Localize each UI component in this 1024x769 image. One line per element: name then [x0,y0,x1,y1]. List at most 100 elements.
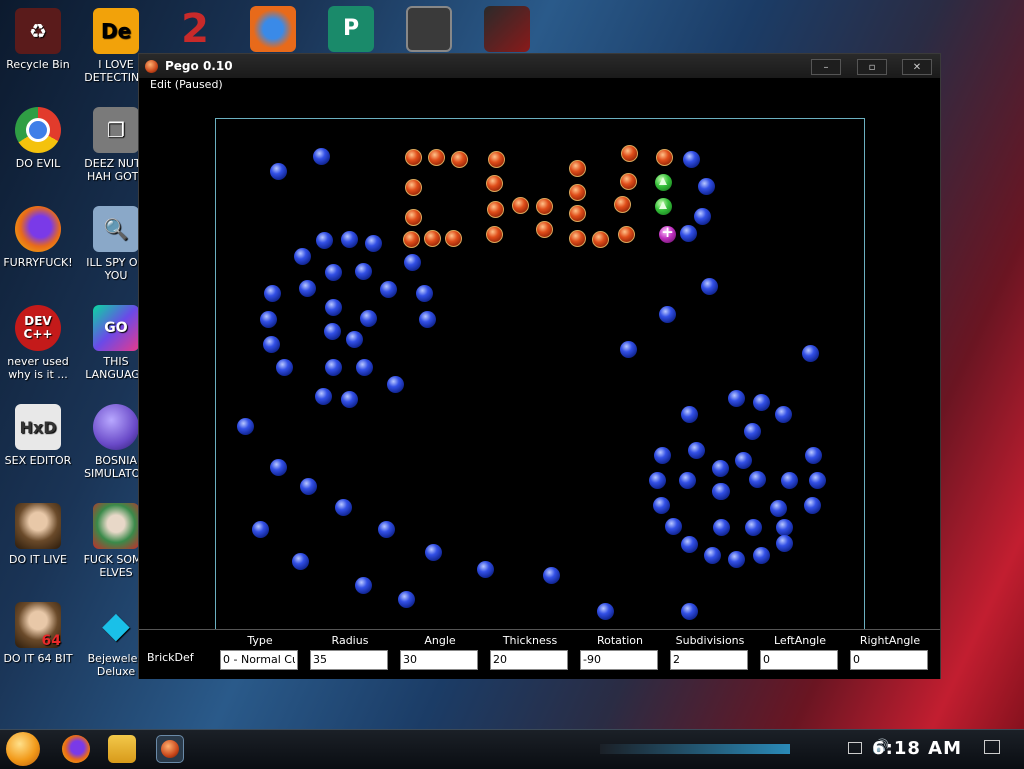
peg-orange[interactable] [621,145,638,162]
peg-blue[interactable] [270,163,287,180]
close-button[interactable]: ✕ [902,59,932,75]
peg-blue[interactable] [325,299,342,316]
desktop-icon-devcpp[interactable]: DEV C++ never used why is it ... [0,305,76,381]
peg-blue[interactable] [688,442,705,459]
peg-orange[interactable] [536,198,553,215]
peg-blue[interactable] [252,521,269,538]
peg-orange[interactable] [569,160,586,177]
peg-blue[interactable] [597,603,614,620]
peg-blue[interactable] [416,285,433,302]
peg-orange[interactable] [620,173,637,190]
p-app-icon[interactable] [250,6,296,52]
peg-blue[interactable] [387,376,404,393]
peg-blue[interactable] [237,418,254,435]
peg-blue[interactable] [809,472,826,489]
peg-blue[interactable] [398,591,415,608]
peg-orange[interactable] [405,209,422,226]
peg-blue[interactable] [781,472,798,489]
taskbar-clock[interactable]: 6:18 AM [872,738,962,759]
peg-blue[interactable] [775,406,792,423]
peg-blue[interactable] [753,547,770,564]
peg-blue[interactable] [679,472,696,489]
peg-blue[interactable] [316,232,333,249]
peg-blue[interactable] [341,391,358,408]
peg-blue[interactable] [264,285,281,302]
peg-blue[interactable] [419,311,436,328]
peg-orange[interactable] [614,196,631,213]
peg-blue[interactable] [713,483,730,500]
peg-blue[interactable] [335,499,352,516]
peg-blue[interactable] [425,544,442,561]
pego-icon[interactable] [156,735,184,763]
peg-blue[interactable] [681,536,698,553]
peg-blue[interactable] [260,311,277,328]
peg-orange[interactable] [569,184,586,201]
peg-blue[interactable] [356,359,373,376]
rightangle-input[interactable] [850,649,928,670]
peg-blue[interactable] [704,547,721,564]
peg-purple[interactable] [659,223,676,243]
peg-blue[interactable] [735,452,752,469]
maximize-button[interactable]: ▫ [857,59,887,75]
peg-blue[interactable] [653,497,670,514]
peg-orange[interactable] [656,149,673,166]
peg-orange[interactable] [424,230,441,247]
peg-blue[interactable] [325,359,342,376]
peg-blue[interactable] [753,394,770,411]
minimize-button[interactable]: – [811,59,841,75]
peg-blue[interactable] [694,208,711,225]
peg-blue[interactable] [713,519,730,536]
dragon-ball-start-icon[interactable] [6,732,40,766]
peg-blue[interactable] [681,603,698,620]
peg-orange[interactable] [536,221,553,238]
peg-orange[interactable] [569,230,586,247]
peg-orange[interactable] [403,231,420,248]
publisher-icon[interactable]: P [328,6,374,52]
type-input[interactable] [220,649,298,670]
peg-blue[interactable] [360,310,377,327]
peg-orange[interactable] [486,226,503,243]
peg-blue[interactable] [365,235,382,252]
notification-icon[interactable] [984,740,1000,754]
peg-blue[interactable] [701,278,718,295]
peg-orange[interactable] [445,230,462,247]
peg-blue[interactable] [683,151,700,168]
peg-blue[interactable] [805,447,822,464]
thickness-input[interactable] [490,649,568,670]
desktop-icon-portrait[interactable]: DO IT LIVE [0,503,76,566]
leftangle-input[interactable] [760,649,838,670]
peg-green[interactable] [655,198,672,215]
peg-blue[interactable] [325,264,342,281]
peg-blue[interactable] [299,280,316,297]
peg-blue[interactable] [270,459,287,476]
number-2-icon[interactable]: 2 [172,6,218,52]
peg-blue[interactable] [744,423,761,440]
angle-input[interactable] [400,649,478,670]
peg-orange[interactable] [405,149,422,166]
firefox-icon[interactable] [62,735,90,763]
peg-orange[interactable] [512,197,529,214]
peg-blue[interactable] [776,535,793,552]
red-cube-icon[interactable] [484,6,530,52]
monitor-icon[interactable] [406,6,452,52]
peg-blue[interactable] [355,577,372,594]
peg-blue[interactable] [620,341,637,358]
desktop-icon-recycle-bin[interactable]: ♻ Recycle Bin [0,8,76,71]
desktop-icon-hxd[interactable]: HxD SEX EDITOR [0,404,76,467]
peg-blue[interactable] [681,406,698,423]
peg-blue[interactable] [263,336,280,353]
peg-blue[interactable] [543,567,560,584]
peg-blue[interactable] [654,447,671,464]
level-canvas[interactable] [215,118,865,678]
peg-blue[interactable] [745,519,762,536]
peg-orange[interactable] [451,151,468,168]
peg-blue[interactable] [749,471,766,488]
peg-blue[interactable] [776,519,793,536]
peg-orange[interactable] [569,205,586,222]
peg-blue[interactable] [770,500,787,517]
peg-blue[interactable] [680,225,697,242]
file-explorer-icon[interactable] [108,735,136,763]
desktop-icon-chrome[interactable]: DO EVIL [0,107,76,170]
subdivisions-input[interactable] [670,649,748,670]
desktop-icon-firefox[interactable]: FURRYFUCK! [0,206,76,269]
